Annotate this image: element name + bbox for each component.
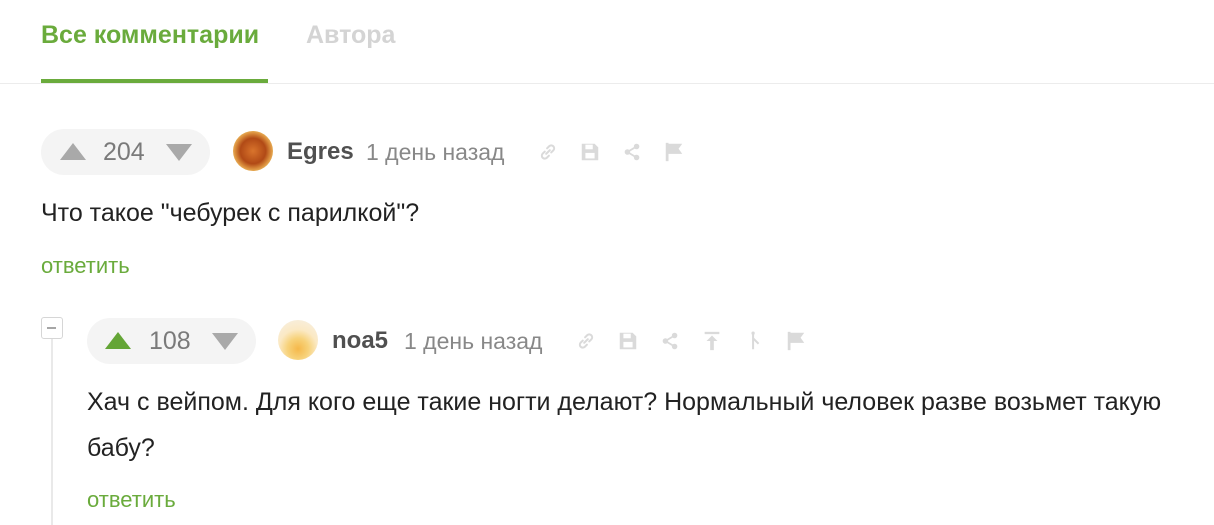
downvote-icon[interactable]	[166, 144, 192, 161]
flag-icon[interactable]	[785, 330, 807, 352]
link-icon[interactable]	[575, 330, 597, 352]
upvote-icon[interactable]	[60, 143, 86, 160]
upvote-icon[interactable]	[105, 332, 131, 349]
branch-icon[interactable]	[743, 330, 765, 352]
username[interactable]: noa5	[332, 327, 388, 355]
vote-control: 108	[87, 318, 256, 364]
rating-count: 108	[149, 327, 191, 355]
save-icon[interactable]	[617, 330, 639, 352]
thread-line[interactable]	[51, 339, 53, 525]
flag-icon[interactable]	[663, 141, 685, 163]
comment-header: 108 noa5 1 день назад	[87, 318, 827, 364]
vote-control: 204	[41, 129, 210, 175]
rating-count: 204	[103, 138, 145, 166]
tab-author[interactable]: Автора	[306, 21, 395, 50]
comment-time[interactable]: 1 день назад	[404, 328, 542, 355]
avatar[interactable]	[278, 320, 318, 360]
save-icon[interactable]	[579, 141, 601, 163]
reply-link[interactable]: ответить	[41, 253, 130, 279]
comment-text: Хач с вейпом. Для кого еще такие ногти д…	[87, 388, 1162, 462]
avatar[interactable]	[233, 131, 273, 171]
tab-all-comments[interactable]: Все комментарии	[41, 21, 259, 50]
downvote-icon[interactable]	[212, 333, 238, 350]
share-icon[interactable]	[659, 330, 681, 352]
username[interactable]: Egres	[287, 138, 354, 166]
comments-tabs: Все комментарии Автора	[0, 0, 1214, 84]
share-icon[interactable]	[621, 141, 643, 163]
active-tab-indicator	[41, 79, 268, 83]
go-to-parent-icon[interactable]	[701, 330, 723, 352]
comment-header: 204 Egres 1 день назад	[41, 129, 741, 175]
link-icon[interactable]	[537, 141, 559, 163]
comment-text: Что такое "чебурек с парилкой"?	[41, 199, 420, 227]
collapse-thread-button[interactable]	[41, 317, 63, 339]
comment-time[interactable]: 1 день назад	[366, 139, 504, 166]
reply-link[interactable]: ответить	[87, 487, 176, 513]
